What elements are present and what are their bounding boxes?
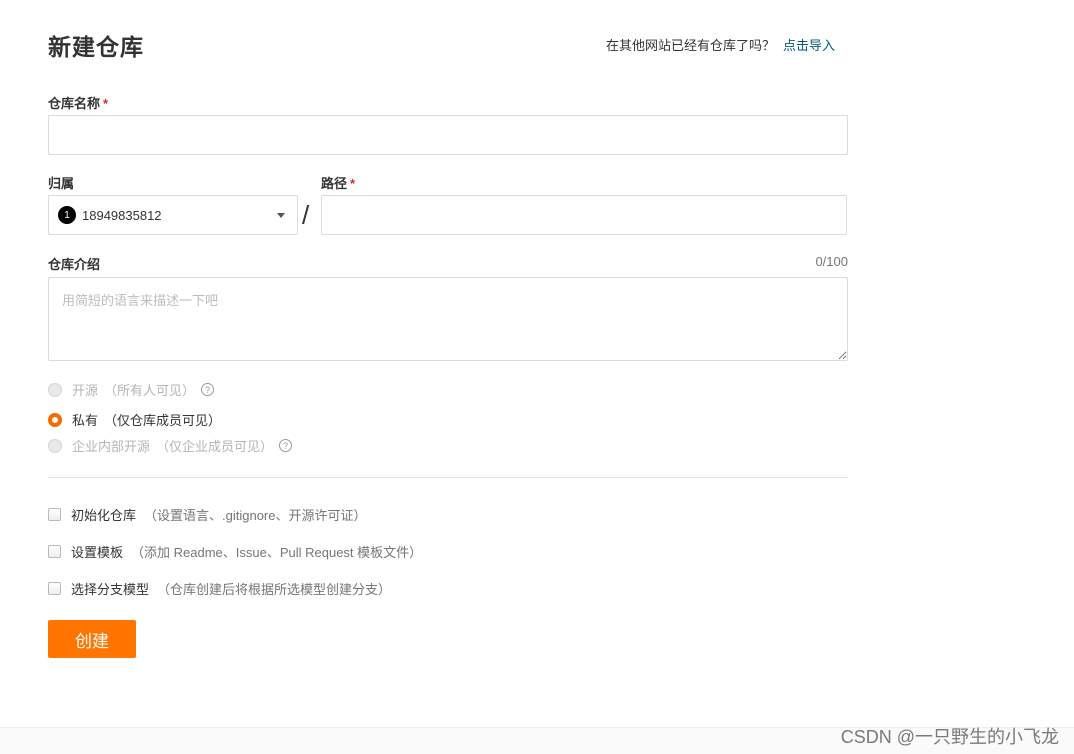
owner-select[interactable]: 1 18949835812 [48, 195, 298, 235]
path-separator: / [302, 200, 310, 230]
path-input[interactable] [321, 195, 847, 235]
import-prompt-row: 在其他网站已经有仓库了吗？ 点击导入 [606, 35, 835, 54]
visibility-enterprise-option[interactable]: 企业内部开源 （仅企业成员可见） ? [48, 436, 293, 455]
option-template-label: 设置模板 [71, 545, 124, 560]
visibility-private-option[interactable]: 私有 （仅仓库成员可见） [48, 410, 221, 429]
checkbox-init-repo[interactable] [48, 508, 61, 521]
option-init-repo-label: 初始化仓库 [71, 508, 137, 523]
option-branch-model[interactable]: 选择分支模型 （仓库创建后将根据所选模型创建分支） [48, 579, 391, 598]
visibility-public-label: 开源 [72, 383, 99, 398]
option-branch-model-hint: （仓库创建后将根据所选模型创建分支） [157, 582, 392, 597]
option-template-hint: （添加 Readme、Issue、Pull Request 模板文件） [131, 545, 423, 560]
owner-selected-value: 18949835812 [82, 207, 162, 223]
import-link[interactable]: 点击导入 [783, 38, 835, 53]
path-label: 路径 * [321, 173, 355, 192]
description-counter: 0/100 [815, 254, 848, 269]
radio-public[interactable] [48, 382, 62, 397]
page-title: 新建仓库 [48, 34, 144, 60]
visibility-enterprise-hint: （仅企业成员可见） [156, 439, 274, 454]
divider [48, 477, 848, 478]
visibility-private-label: 私有 [72, 413, 99, 428]
avatar: 1 [58, 206, 76, 224]
option-init-repo-hint: （设置语言、.gitignore、开源许可证） [144, 508, 367, 523]
description-textarea[interactable] [48, 277, 848, 361]
repo-name-label-text: 仓库名称 [48, 96, 101, 111]
path-label-text: 路径 [321, 176, 348, 191]
visibility-enterprise-label: 企业内部开源 [72, 439, 151, 454]
radio-private[interactable] [48, 412, 62, 427]
chevron-down-icon [277, 212, 285, 218]
option-template[interactable]: 设置模板 （添加 Readme、Issue、Pull Request 模板文件） [48, 542, 422, 561]
radio-enterprise[interactable] [48, 438, 62, 453]
required-mark: * [350, 176, 356, 191]
repo-name-label: 仓库名称 * [48, 93, 108, 112]
create-button[interactable]: 创建 [48, 620, 136, 658]
required-mark: * [103, 96, 109, 111]
checkbox-branch-model[interactable] [48, 582, 61, 595]
option-init-repo[interactable]: 初始化仓库 （设置语言、.gitignore、开源许可证） [48, 505, 367, 524]
help-icon[interactable]: ? [279, 439, 293, 452]
help-icon[interactable]: ? [201, 383, 215, 396]
checkbox-template[interactable] [48, 545, 61, 558]
watermark: CSDN @一只野生的小飞龙 [840, 727, 1059, 747]
option-branch-model-label: 选择分支模型 [71, 582, 150, 597]
description-label: 仓库介绍 [48, 257, 101, 272]
import-prompt-text: 在其他网站已经有仓库了吗？ [606, 38, 776, 53]
owner-label: 归属 [48, 176, 75, 191]
repo-name-input[interactable] [48, 115, 848, 155]
visibility-public-option[interactable]: 开源 （所有人可见） ? [48, 380, 215, 399]
visibility-public-hint: （所有人可见） [104, 383, 196, 398]
visibility-private-hint: （仅仓库成员可见） [104, 413, 222, 428]
